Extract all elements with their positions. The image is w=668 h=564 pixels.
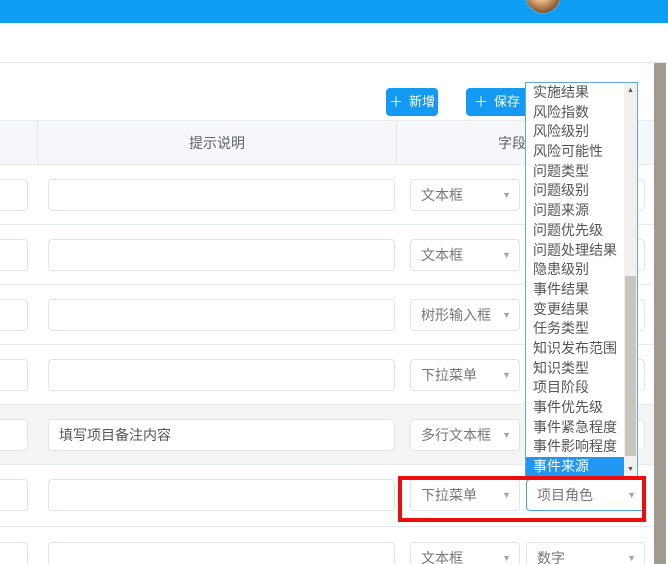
dropdown-option[interactable]: 项目阶段: [526, 378, 624, 398]
dropdown-option[interactable]: 风险可能性: [526, 142, 624, 162]
field-type-select[interactable]: 树形输入框 ▼: [410, 299, 520, 331]
dropdown-option-selected[interactable]: 事件来源: [526, 457, 624, 477]
field-source-select-focused[interactable]: 项目角色 ▼: [526, 479, 645, 511]
tip-input[interactable]: [48, 479, 395, 511]
screen: ＋ 新增 ＋ 保存 提示说明 字段类型 文本框 ▼ ▼ 文本框 ▼ ▼: [0, 0, 668, 564]
dropdown-option[interactable]: 实施结果: [526, 83, 624, 103]
select-value: 文本框: [421, 245, 463, 265]
dropdown-option-list: 实施结果 风险指数 风险级别 风险可能性 问题类型 问题级别 问题来源 问题优先…: [526, 83, 624, 477]
dropdown-option[interactable]: 事件紧急程度: [526, 418, 624, 438]
chevron-down-icon: ▼: [502, 310, 511, 320]
chevron-down-icon: ▼: [502, 190, 511, 200]
dropdown-option[interactable]: 事件结果: [526, 280, 624, 300]
select-value: 项目角色: [537, 485, 593, 505]
chevron-down-icon: ▼: [502, 430, 511, 440]
field-name-input[interactable]: [0, 239, 28, 271]
field-type-select[interactable]: 文本框 ▼: [410, 179, 520, 211]
divider: [0, 62, 668, 63]
field-name-input[interactable]: [0, 479, 28, 511]
field-type-select[interactable]: 多行文本框 ▼: [410, 419, 520, 451]
open-dropdown-panel: 实施结果 风险指数 风险级别 风险可能性 问题类型 问题级别 问题来源 问题优先…: [525, 82, 638, 478]
dropdown-option[interactable]: 风险级别: [526, 122, 624, 142]
field-name-input[interactable]: [0, 542, 28, 564]
chevron-down-icon: ▼: [627, 553, 636, 563]
select-value: 文本框: [421, 548, 463, 564]
chevron-down-icon: ▼: [502, 490, 511, 500]
dropdown-option[interactable]: 事件影响程度: [526, 437, 624, 457]
chevron-down-icon: ▼: [502, 370, 511, 380]
field-source-select[interactable]: 数字 ▼: [526, 542, 645, 564]
select-value: 文本框: [421, 185, 463, 205]
dropdown-option[interactable]: 变更结果: [526, 300, 624, 320]
chevron-down-icon: ▼: [627, 490, 636, 500]
dropdown-scroll-thumb[interactable]: [625, 276, 636, 456]
field-name-input[interactable]: [0, 299, 28, 331]
add-button-label: 新增: [409, 88, 435, 116]
dropdown-option[interactable]: 事件优先级: [526, 398, 624, 418]
dropdown-option[interactable]: 知识发布范围: [526, 339, 624, 359]
top-navigation-bar: [0, 0, 668, 23]
dropdown-option[interactable]: 问题优先级: [526, 221, 624, 241]
scroll-down-icon[interactable]: ▼: [624, 463, 637, 476]
chevron-down-icon: ▼: [502, 553, 511, 563]
header-cell-blank: [0, 121, 38, 164]
tip-input[interactable]: [48, 239, 395, 271]
field-type-select[interactable]: 下拉菜单 ▼: [410, 359, 520, 391]
dropdown-scrollbar[interactable]: ▲ ▼: [624, 83, 637, 477]
field-name-input[interactable]: [0, 179, 28, 211]
dropdown-option[interactable]: 任务类型: [526, 319, 624, 339]
dropdown-option[interactable]: 问题处理结果: [526, 241, 624, 261]
select-value: 多行文本框: [421, 425, 491, 445]
user-avatar[interactable]: [526, 0, 560, 13]
save-button-label: 保存: [494, 88, 520, 116]
tip-input[interactable]: [48, 359, 395, 391]
dropdown-option[interactable]: 隐患级别: [526, 260, 624, 280]
tip-input[interactable]: [48, 179, 395, 211]
tip-input[interactable]: [48, 542, 395, 564]
select-value: 数字: [537, 548, 565, 564]
scroll-up-icon[interactable]: ▲: [624, 84, 637, 97]
tip-input[interactable]: [48, 419, 395, 451]
plus-icon: ＋: [389, 88, 403, 116]
field-name-input[interactable]: [0, 419, 28, 451]
field-name-input[interactable]: [0, 359, 28, 391]
select-value: 树形输入框: [421, 305, 491, 325]
page-scrollbar[interactable]: [654, 63, 666, 564]
add-button[interactable]: ＋ 新增: [386, 88, 438, 116]
select-value: 下拉菜单: [421, 485, 477, 505]
field-type-select[interactable]: 文本框 ▼: [410, 542, 520, 564]
tip-input[interactable]: [48, 299, 395, 331]
table-row: 文本框 ▼ 数字 ▼: [0, 527, 655, 564]
header-cell-tip: 提示说明: [38, 121, 397, 164]
select-value: 下拉菜单: [421, 365, 477, 385]
dropdown-option[interactable]: 风险指数: [526, 103, 624, 123]
field-type-select[interactable]: 文本框 ▼: [410, 239, 520, 271]
dropdown-option[interactable]: 问题级别: [526, 181, 624, 201]
dropdown-option[interactable]: 问题类型: [526, 162, 624, 182]
plus-icon: ＋: [474, 88, 488, 116]
dropdown-option[interactable]: 问题来源: [526, 201, 624, 221]
dropdown-option[interactable]: 知识类型: [526, 359, 624, 379]
chevron-down-icon: ▼: [502, 250, 511, 260]
field-type-select[interactable]: 下拉菜单 ▼: [410, 479, 520, 511]
save-button[interactable]: ＋ 保存: [466, 88, 528, 116]
